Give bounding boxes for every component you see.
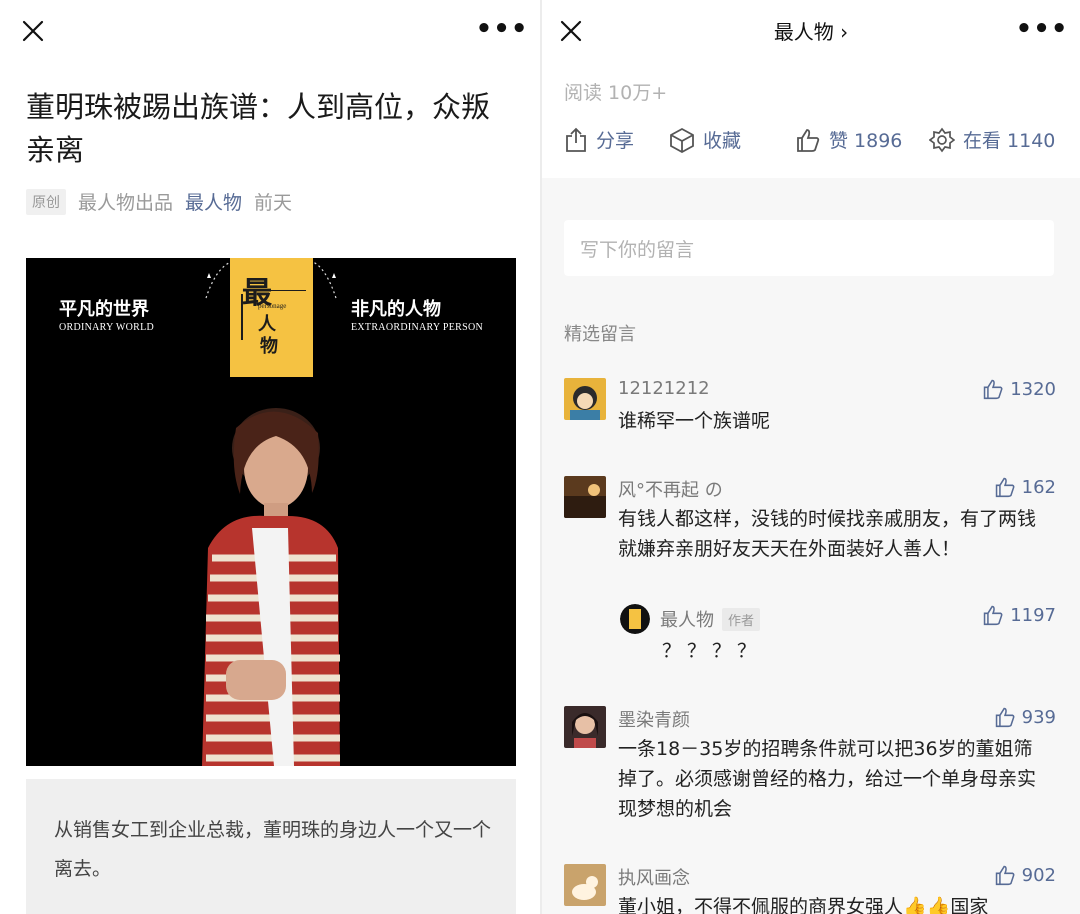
reply-author: 最人物 作者 (660, 606, 761, 632)
more-options-button[interactable]: ••• (1016, 14, 1068, 44)
thumbs-up-icon (995, 477, 1015, 498)
publish-time: 前天 (254, 192, 293, 214)
brand-logo: 最 personage 人 物 (230, 258, 313, 377)
avatar[interactable] (564, 476, 606, 518)
author-reply: 最人物 作者 1197 ？？？？ (620, 604, 1056, 666)
comment-author: 执风画念 (618, 868, 690, 889)
comment-like-button[interactable]: 162 (994, 476, 1056, 498)
comment-author: 风°不再起 の (618, 480, 723, 501)
read-count: 阅读 10万+ (564, 82, 668, 104)
more-options-button[interactable]: ••• (476, 14, 528, 44)
comment-item: 12121212 1320 谁稀罕一个族谱呢 (564, 378, 1056, 438)
source-account-title[interactable]: 最人物 › (542, 16, 1080, 45)
avatar[interactable] (564, 864, 606, 906)
comment-item: 执风画念 902 董小姐，不得不佩服的商界女强人👍👍国家 (564, 864, 1056, 914)
cover-image: 平凡的世界 ORDINARY WORLD 非凡的人物 EXTRAORDINARY… (26, 258, 516, 766)
avatar[interactable] (620, 604, 650, 634)
comment-text: 谁稀罕一个族谱呢 (618, 410, 771, 432)
comment-item: 墨染青颜 939 一条18－35岁的招聘条件就可以把36岁的董姐筛掉了。必须感谢… (564, 706, 1056, 826)
share-icon (566, 127, 586, 152)
thumbs-up-icon (995, 865, 1015, 886)
reply-text: ？？？？ (662, 640, 763, 662)
comment-like-button[interactable]: 902 (994, 864, 1056, 886)
watching-button[interactable]: 在看 1140 (929, 126, 1055, 153)
comment-author: 12121212 (618, 378, 710, 399)
comment-item: 风°不再起 の 162 有钱人都这样，没钱的时候找亲戚朋友，有了两钱就嫌弃亲朋好… (564, 476, 1056, 666)
comments-panel: 最人物 › ••• 阅读 10万+ 分享 收藏 赞 1896 在看 1140 写… (542, 0, 1080, 914)
like-button[interactable]: 赞 1896 (795, 126, 929, 153)
more-icon: ••• (475, 14, 529, 44)
comment-text: 一条18－35岁的招聘条件就可以把36岁的董姐筛掉了。必须感谢曾经的格力，给过一… (618, 738, 1037, 820)
watching-icon (929, 127, 955, 152)
article-actions: 分享 收藏 赞 1896 在看 1140 (564, 126, 1064, 153)
reply-like-button[interactable]: 1197 (982, 604, 1056, 626)
author-badge: 作者 (722, 607, 761, 631)
article-meta: 原创 最人物出品 最人物 前天 (26, 188, 292, 215)
article-summary-box: 从销售女工到企业总裁，董明珠的身边人一个又一个离去。 (26, 779, 516, 914)
poster-left-title: 平凡的世界 (59, 299, 149, 320)
thumbs-up-icon (797, 128, 820, 152)
poster-left-subtitle: ORDINARY WORLD (59, 322, 155, 333)
account-link[interactable]: 最人物 (185, 188, 242, 215)
article-summary: 从销售女工到企业总裁，董明珠的身边人一个又一个离去。 (54, 819, 492, 880)
producer-label: 最人物出品 (78, 192, 174, 214)
poster-right-subtitle: EXTRAORDINARY PERSON (351, 322, 484, 333)
article-panel: ••• 董明珠被踢出族谱：人到高位，众叛亲离 原创 最人物出品 最人物 前天 平… (0, 0, 540, 914)
comment-like-button[interactable]: 1320 (982, 378, 1056, 400)
comment-text: 有钱人都这样，没钱的时候找亲戚朋友，有了两钱就嫌弃亲朋好友天天在外面装好人善人！ (618, 508, 1037, 560)
thumbs-up-icon (995, 707, 1015, 728)
comment-text: 董小姐，不得不佩服的商界女强人👍👍国家 (618, 896, 989, 914)
avatar[interactable] (564, 706, 606, 748)
share-button[interactable]: 分享 (564, 126, 669, 153)
close-icon[interactable] (18, 16, 48, 46)
more-icon: ••• (1015, 14, 1069, 44)
thumbs-up-icon (983, 379, 1003, 400)
comment-input[interactable]: 写下你的留言 (564, 220, 1054, 276)
favorite-button[interactable]: 收藏 (669, 126, 795, 153)
comments-section: 写下你的留言 精选留言 12121212 1320 谁稀罕一个族谱呢 风°不再起… (542, 178, 1080, 914)
original-badge: 原创 (26, 188, 66, 215)
poster-right-title: 非凡的人物 (351, 299, 441, 320)
comment-author: 墨染青颜 (618, 710, 690, 731)
cube-icon (670, 127, 694, 153)
avatar[interactable] (564, 378, 606, 420)
article-title: 董明珠被踢出族谱：人到高位，众叛亲离 (26, 90, 491, 167)
thumbs-up-icon (983, 605, 1003, 626)
comment-like-button[interactable]: 939 (994, 706, 1056, 728)
featured-comments-heading: 精选留言 (564, 324, 636, 345)
